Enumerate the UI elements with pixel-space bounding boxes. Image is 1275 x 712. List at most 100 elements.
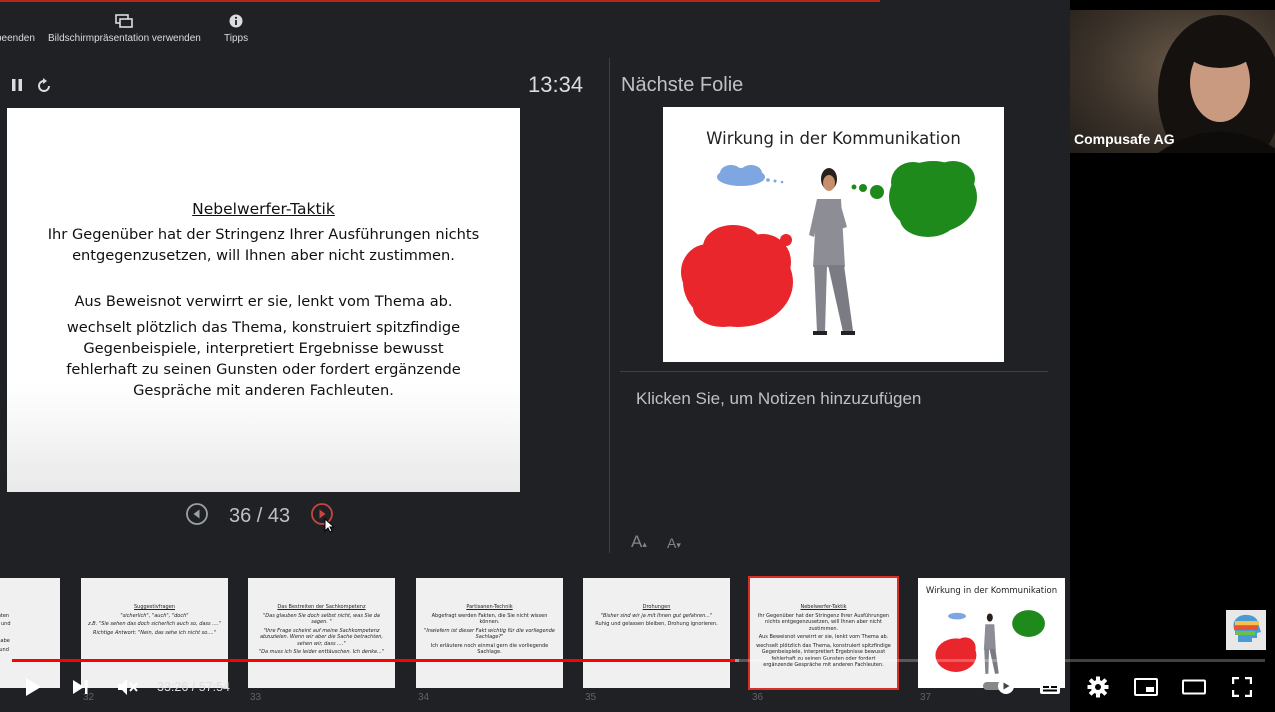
recording-indicator-line	[0, 0, 880, 2]
communication-illustration	[681, 161, 977, 335]
autoplay-toggle[interactable]	[982, 678, 1016, 694]
slide-thumbnail[interactable]: agenn Herde Elefanten Realitätsbezug und c…	[0, 578, 60, 688]
thumbnail-title: Partisanen-Technik	[466, 604, 513, 610]
fullscreen-icon	[1232, 677, 1252, 697]
mouse-cursor-icon	[324, 518, 335, 533]
thumbnail-illustration	[935, 610, 1045, 674]
slide-thumbnail[interactable]: Partisanen-Technik Abgefragt werden Fakte…	[416, 578, 563, 688]
thumbnail-text-line: "sicherlich", "auch", "doch"	[120, 612, 189, 619]
slide-thumbnail[interactable]: Suggestivfragen "sicherlich", "auch", "do…	[81, 578, 228, 688]
thumbnail-text-line: n Herde Elefanten	[0, 612, 10, 619]
theater-mode-button[interactable]	[1181, 674, 1207, 700]
thumbnail-text-line: "Ihre Frage scheint auf meine Sachkompet…	[259, 627, 384, 647]
head-profile-icon	[1233, 614, 1261, 642]
pause-icon	[12, 79, 22, 91]
thumbnail-text-line: Aus Beweisnot verwirrt er sie, lenkt vom…	[758, 634, 889, 640]
slide-thumbnail[interactable]: Das Bestreiten der Sachkompetenz "Das gla…	[248, 578, 395, 688]
play-icon	[26, 678, 41, 696]
green-thought-cloud	[851, 161, 977, 237]
reset-icon	[38, 78, 50, 92]
channel-logo[interactable]	[1226, 610, 1266, 650]
thumbnail-text-line: Ich erläutere noch einmal gern die vorli…	[430, 642, 549, 656]
thumbnail-text-line: Sie bis	[0, 664, 54, 671]
video-time: 33:26 / 57:54	[157, 680, 230, 694]
subtitles-icon	[1040, 680, 1060, 694]
current-slide-title: Nebelwerfer-Taktik	[192, 200, 335, 218]
thumbnail-title: Drohungen	[642, 604, 671, 610]
slide-thumbnail[interactable]: Wirkung in der Kommunikation	[918, 578, 1065, 688]
slide-thumbnail[interactable]: Nebelwerfer-Taktik Ihr Gegenüber hat der …	[748, 576, 899, 690]
slide-navigation: 36 / 43	[185, 500, 335, 533]
thumbnail-number: 33	[250, 692, 262, 703]
thumbnail-text-line: z.B. "Sie sehen das doch sicherlich auch…	[88, 621, 221, 627]
thumbnail-text-line: "Da muss ich Sie leider enttäuschen. Ich…	[258, 649, 385, 655]
thumbnail-number: 35	[585, 692, 597, 703]
use-slideshow-button[interactable]: Bildschirmpräsentation verwenden	[48, 10, 201, 44]
thumbnail-text-line: Ruhig und gelassen bleiben, Drohung igno…	[595, 621, 718, 627]
use-slideshow-label: Bildschirmpräsentation verwenden	[48, 33, 201, 44]
miniplayer-button[interactable]	[1133, 674, 1159, 700]
previous-arrow-icon	[186, 503, 208, 525]
caret-down-icon: ▾	[676, 540, 681, 550]
video-progress-bar[interactable]	[12, 659, 1265, 662]
thumbnail-text-line: Ihr Gegenüber hat der Stringenz Ihrer Au…	[757, 612, 890, 632]
slide-thumbnail[interactable]: Drohungen "Bisher sind wir ja mit Ihnen g…	[583, 578, 730, 688]
thumbnail-text-line: chkeit!	[0, 630, 54, 637]
skip-next-icon	[73, 680, 88, 694]
webcam-video: Compusafe AG	[1070, 10, 1275, 153]
increase-font-button[interactable]: A▴	[631, 532, 647, 552]
businesswoman-figure	[809, 168, 855, 335]
current-slide: Nebelwerfer-Taktik Ihr Gegenüber hat der…	[7, 108, 520, 492]
reset-timer-button[interactable]	[36, 78, 52, 99]
next-video-button[interactable]	[69, 674, 91, 700]
thumbnail-text-line: chen Normen und	[0, 646, 9, 653]
speaker-notes-field[interactable]: Klicken Sie, um Notizen hinzuzufügen	[636, 389, 921, 409]
blue-thought-cloud	[717, 165, 784, 186]
notes-divider	[620, 371, 1048, 372]
tips-label: Tipps	[224, 33, 249, 44]
pause-timer-button[interactable]	[11, 78, 23, 97]
next-slide-preview[interactable]: Wirkung in der Kommunikation	[663, 107, 1004, 362]
volume-muted-icon	[118, 679, 138, 695]
current-slide-paragraph-2: Aus Beweisnot verwirrt er sie, lenkt vom…	[74, 293, 453, 310]
presenter-view: beenden Bildschirmpräsentation verwenden…	[0, 0, 1070, 712]
participant-name: Compusafe AG	[1074, 131, 1175, 147]
miniplayer-icon	[1134, 678, 1158, 696]
previous-slide-button[interactable]	[185, 502, 209, 531]
theater-mode-icon	[1182, 679, 1206, 695]
thumbnail-text-line: Abgefragt werden Fakten, die Sie nicht w…	[431, 612, 548, 626]
current-time: 33:26	[157, 680, 189, 694]
thumbnail-text-line: "Das glauben Sie doch selbst nicht, was …	[262, 612, 380, 626]
current-slide-paragraph-3: wechselt plötzlich das Thema, konstruier…	[66, 319, 461, 399]
end-label: beenden	[0, 33, 35, 44]
thumbnail-text-line: "Inwiefern ist dieser Fakt wichtig für d…	[424, 627, 555, 641]
subtitles-button[interactable]	[1038, 674, 1062, 700]
thumbnail-text-line: wechselt plötzlich das Thema, konstruier…	[756, 642, 891, 669]
progress-played	[12, 659, 736, 662]
caret-up-icon: ▴	[642, 539, 647, 549]
thumbnail-text-line: t gestellt, ich habe	[0, 638, 10, 644]
window-stack-icon	[115, 13, 134, 29]
decrease-font-button[interactable]: A▾	[667, 535, 681, 551]
thumbnail-title: Nebelwerfer-Taktik	[800, 604, 847, 610]
thumbnail-number: 37	[920, 692, 932, 703]
mute-button[interactable]	[115, 674, 139, 700]
thumbnail-text-line: Richtige Antwort: "Nein, das sehe ich ni…	[92, 629, 216, 636]
current-slide-paragraph-1: Ihr Gegenüber hat der Stringenz Ihrer Au…	[47, 226, 480, 264]
autoplay-switch-icon	[983, 678, 1014, 694]
fullscreen-button[interactable]	[1230, 674, 1254, 700]
end-presentation-button[interactable]: beenden	[0, 10, 35, 44]
settings-button[interactable]	[1086, 674, 1110, 700]
thumbnail-number: 36	[752, 692, 764, 703]
tips-button[interactable]: Tipps	[224, 10, 248, 44]
increase-font-label: A	[631, 532, 643, 551]
slide-counter: 36 / 43	[229, 505, 291, 527]
next-slide-heading: Nächste Folie	[621, 74, 744, 96]
time-separator: /	[188, 680, 199, 694]
thumbnail-title: agen	[0, 604, 54, 611]
panel-divider	[609, 58, 610, 553]
play-button[interactable]	[22, 674, 44, 700]
decrease-font-label: A	[667, 535, 677, 551]
thumbnail-text-line: "Bisher sind wir ja mit Ihnen gut gefahr…	[600, 612, 713, 619]
duration: 57:54	[198, 680, 230, 694]
